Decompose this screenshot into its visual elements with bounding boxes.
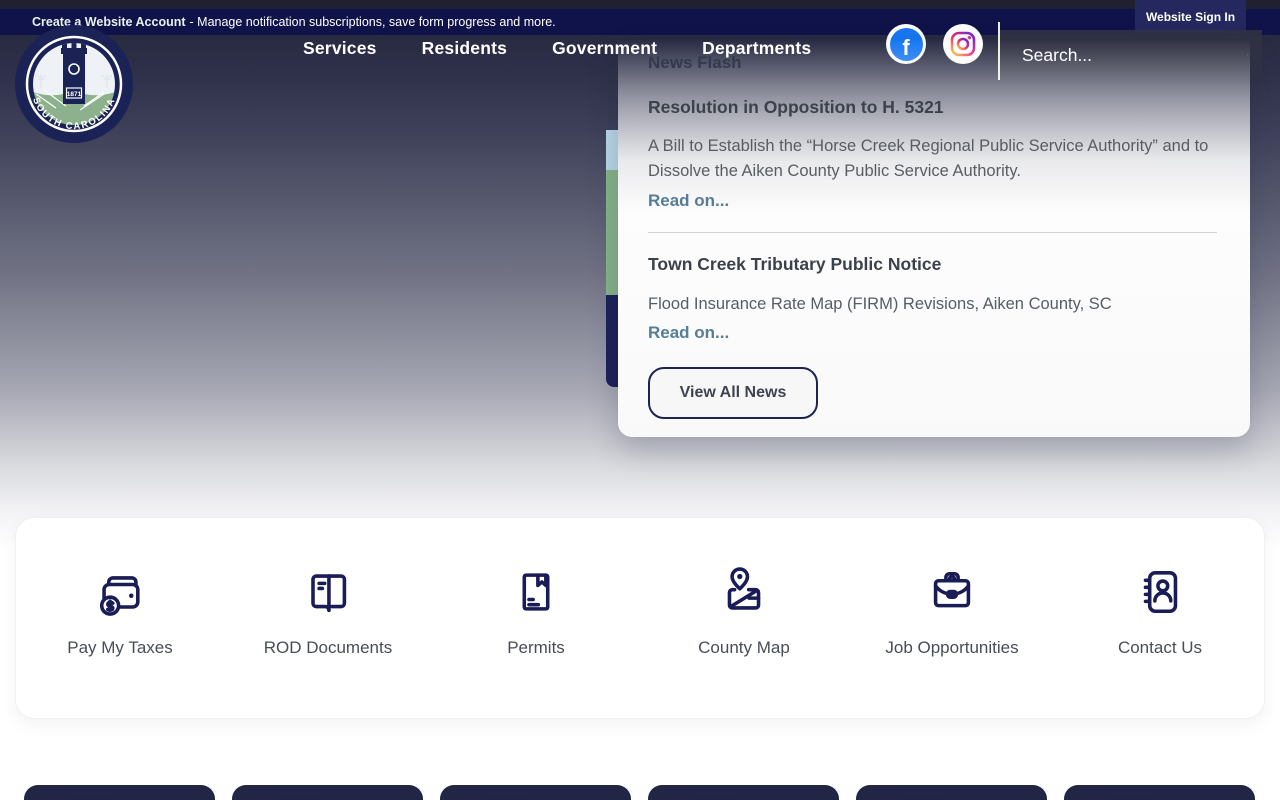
seal-icon: SOUTH CAROLINA 1871: [15, 25, 133, 143]
carousel-peek-navy: [606, 295, 618, 387]
quicklink-rod-documents[interactable]: ROD Documents: [224, 562, 432, 718]
promo-tile[interactable]: [856, 785, 1047, 800]
briefcase-icon: [933, 571, 971, 608]
nav-item-residents[interactable]: Residents: [422, 34, 507, 62]
view-all-news-button[interactable]: View All News: [648, 367, 818, 419]
nav-item-services[interactable]: Services: [303, 34, 377, 62]
promo-tile[interactable]: [440, 785, 631, 800]
news-item-body: A Bill to Establish the “Horse Creek Reg…: [648, 137, 1209, 180]
map-pin-icon: [727, 567, 761, 610]
page: Create a Website Account - Manage notifi…: [0, 0, 1280, 800]
document-ribbon-icon: [522, 573, 550, 611]
quicklink-contact-us[interactable]: Contact Us: [1056, 562, 1264, 718]
quicklink-label: Pay My Taxes: [67, 638, 173, 657]
quicklink-pay-my-taxes[interactable]: Pay My Taxes: [16, 562, 224, 718]
read-on-link[interactable]: Read on...: [648, 323, 729, 343]
svg-text:1871: 1871: [67, 91, 82, 98]
utility-bar-text: - Manage notification subscriptions, sav…: [189, 15, 556, 29]
promo-tile[interactable]: [24, 785, 215, 800]
quick-links-card: Pay My Taxes ROD Documents Permits Count…: [16, 518, 1264, 718]
quicklink-county-map[interactable]: County Map: [640, 562, 848, 718]
quicklink-label: Contact Us: [1117, 638, 1203, 657]
contact-book-icon: [1143, 571, 1178, 613]
promo-tile[interactable]: [648, 785, 839, 800]
quicklink-label: Permits: [507, 638, 565, 657]
news-divider: [648, 232, 1217, 233]
news-flash-heading: News Flash: [648, 53, 742, 72]
news-flash-panel: News Flash Resolution in Opposition to H…: [618, 40, 1250, 437]
top-strip: [0, 0, 1280, 9]
news-item-title[interactable]: Resolution in Opposition to H. 5321: [648, 97, 944, 118]
promo-tile[interactable]: [1064, 785, 1255, 800]
county-seal-logo[interactable]: SOUTH CAROLINA 1871: [14, 24, 134, 144]
quicklink-permits[interactable]: Permits: [432, 562, 640, 718]
quicklink-label: County Map: [698, 638, 790, 657]
website-sign-in-button[interactable]: Website Sign In: [1135, 0, 1246, 34]
news-item-body: Flood Insurance Rate Map (FIRM) Revision…: [648, 295, 1112, 313]
news-item-title[interactable]: Town Creek Tributary Public Notice: [648, 254, 941, 275]
quicklink-job-opportunities[interactable]: Job Opportunities: [848, 562, 1056, 718]
wallet-icon: [99, 576, 140, 616]
read-on-link[interactable]: Read on...: [648, 191, 729, 211]
promo-tile[interactable]: [232, 785, 423, 800]
open-book-icon: [311, 574, 347, 613]
quicklink-label: ROD Documents: [263, 638, 393, 657]
carousel-peek-blue: [606, 130, 618, 170]
carousel-peek-green: [606, 170, 618, 295]
quicklink-label: Job Opportunities: [885, 638, 1019, 657]
